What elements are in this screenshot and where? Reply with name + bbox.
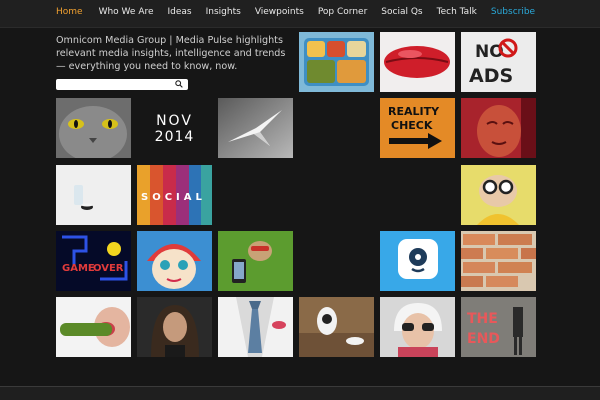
the-end-line-1: THE (467, 311, 498, 327)
tile-grey-cat[interactable] (56, 98, 131, 158)
tile-school-lunch-tray[interactable] (299, 32, 374, 92)
tile-face-app[interactable] (380, 231, 455, 291)
top-nav-bar: Home Who We Are Ideas Insights Viewpoint… (0, 0, 600, 28)
tile-reality-check[interactable]: REALITY CHECK (380, 98, 455, 158)
tile-social-colors[interactable]: SOCIAL (137, 165, 212, 225)
search-input[interactable] (56, 87, 166, 98)
no-ads-line-2: ADS (469, 65, 513, 87)
nav-pop-corner[interactable]: Pop Corner (318, 7, 367, 17)
tile-sunglasses-grandma[interactable] (380, 297, 455, 357)
tile-tea-robot[interactable] (299, 297, 374, 357)
issue-date: NOV 2014 (137, 98, 212, 158)
nav-tech-talk[interactable]: Tech Talk (437, 7, 477, 17)
search-icon[interactable] (175, 80, 183, 88)
tile-buddha-face[interactable] (461, 98, 536, 158)
nav-viewpoints[interactable]: Viewpoints (255, 7, 304, 17)
reality-check-line-1: REALITY (388, 105, 440, 118)
tile-no-ads[interactable]: NO ADS (461, 32, 536, 92)
the-end-line-2: END (467, 331, 500, 347)
tile-game-over[interactable]: GAME OVER (56, 231, 131, 291)
nav-subscribe[interactable]: Subscribe (491, 7, 535, 17)
tile-milk-and-oreo[interactable] (56, 165, 131, 225)
nav-home[interactable]: Home (56, 7, 83, 17)
tile-long-hair-man[interactable] (137, 297, 212, 357)
tile-painted-face[interactable] (137, 231, 212, 291)
game-over-line-1: GAME (62, 263, 95, 274)
nav-who-we-are[interactable]: Who We Are (99, 7, 154, 17)
main-nav: Home Who We Are Ideas Insights Viewpoint… (56, 7, 535, 17)
page-footer-bar (0, 386, 600, 400)
tile-glasses-kid[interactable] (461, 165, 536, 225)
social-word: SOCIAL (141, 192, 206, 203)
tile-red-lips[interactable] (380, 32, 455, 92)
nav-insights[interactable]: Insights (206, 7, 241, 17)
tile-paper-crane[interactable] (218, 98, 293, 158)
tile-tie-and-lips[interactable] (218, 297, 293, 357)
issue-year: 2014 (154, 129, 195, 145)
tile-brick-wall[interactable] (461, 231, 536, 291)
reality-check-line-2: CHECK (391, 119, 433, 132)
game-over-line-2: OVER (93, 263, 124, 274)
nav-social-qs[interactable]: Social Qs (381, 7, 422, 17)
nav-ideas[interactable]: Ideas (168, 7, 192, 17)
issue-month: NOV (156, 113, 193, 129)
tile-pickle-eating[interactable] (56, 297, 131, 357)
site-intro: Omnicom Media Group | Media Pulse highli… (56, 35, 286, 72)
tile-the-end[interactable]: THE END (461, 297, 536, 357)
search-bar[interactable] (56, 79, 188, 98)
tile-dog-selfie[interactable] (218, 231, 293, 291)
